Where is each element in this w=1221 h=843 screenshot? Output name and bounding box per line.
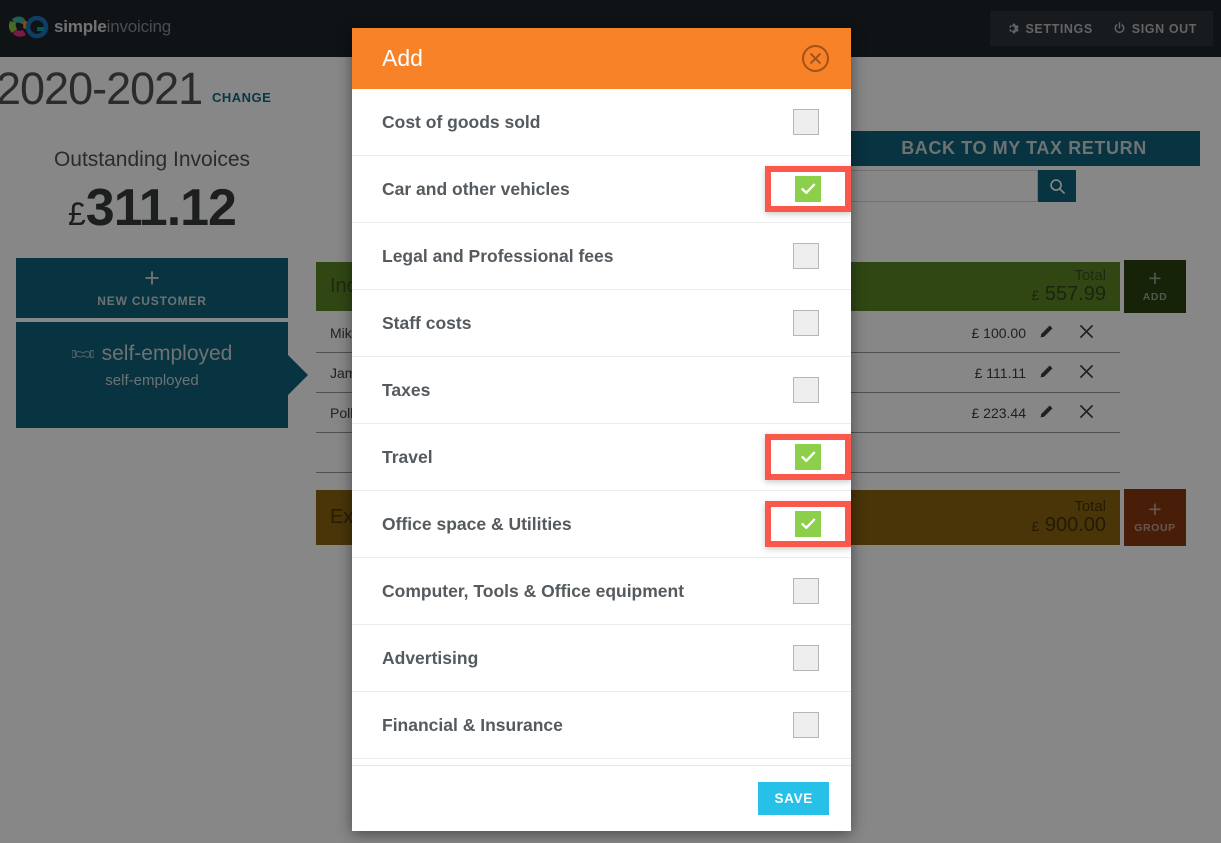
checkbox-unchecked[interactable] xyxy=(793,712,819,738)
check-icon xyxy=(800,518,815,529)
checkbox-checked[interactable] xyxy=(795,511,821,537)
checkbox-unchecked[interactable] xyxy=(793,243,819,269)
category-list: Cost of goods sold Car and other vehicles… xyxy=(352,89,851,765)
category-label: Financial & Insurance xyxy=(382,714,563,735)
category-row[interactable]: Staff costs xyxy=(352,290,851,357)
category-row[interactable]: Legal and Professional fees xyxy=(352,223,851,290)
checkbox-unchecked[interactable] xyxy=(793,578,819,604)
category-label: Taxes xyxy=(382,379,431,400)
category-label: Computer, Tools & Office equipment xyxy=(382,580,685,601)
category-row[interactable]: Car and other vehicles xyxy=(352,156,851,223)
highlight-box xyxy=(765,434,851,480)
checkbox-unchecked[interactable] xyxy=(793,377,819,403)
modal-header: Add xyxy=(352,28,851,89)
highlight-box xyxy=(765,501,851,547)
category-row[interactable]: Financial & Insurance xyxy=(352,692,851,759)
category-row[interactable]: Office space & Utilities xyxy=(352,491,851,558)
category-row[interactable]: Computer, Tools & Office equipment xyxy=(352,558,851,625)
check-icon xyxy=(800,451,815,462)
save-button[interactable]: SAVE xyxy=(758,782,829,815)
category-row[interactable]: Cost of goods sold xyxy=(352,89,851,156)
close-x-icon xyxy=(810,53,821,64)
checkbox-checked[interactable] xyxy=(795,176,821,202)
category-label: Travel xyxy=(382,446,433,467)
app-root: simpleinvoicing SETTINGS SIGN OUT 2020-2… xyxy=(0,0,1221,843)
checkbox-unchecked[interactable] xyxy=(793,645,819,671)
category-label: Cost of goods sold xyxy=(382,111,541,132)
modal-footer: SAVE xyxy=(352,765,851,831)
category-row[interactable]: Travel xyxy=(352,424,851,491)
checkbox-checked[interactable] xyxy=(795,444,821,470)
checkbox-unchecked[interactable] xyxy=(793,109,819,135)
highlight-box xyxy=(765,166,851,212)
modal-title: Add xyxy=(382,45,423,71)
close-icon[interactable] xyxy=(802,45,829,72)
category-row[interactable]: Taxes xyxy=(352,357,851,424)
check-icon xyxy=(800,183,815,194)
category-label: Office space & Utilities xyxy=(382,513,572,534)
category-label: Staff costs xyxy=(382,312,472,333)
category-row[interactable]: Advertising xyxy=(352,625,851,692)
category-label: Advertising xyxy=(382,647,479,668)
category-label: Legal and Professional fees xyxy=(382,245,614,266)
checkbox-unchecked[interactable] xyxy=(793,310,819,336)
add-category-modal: Add Cost of goods sold Car and other vehi… xyxy=(352,28,851,831)
category-label: Car and other vehicles xyxy=(382,178,570,199)
